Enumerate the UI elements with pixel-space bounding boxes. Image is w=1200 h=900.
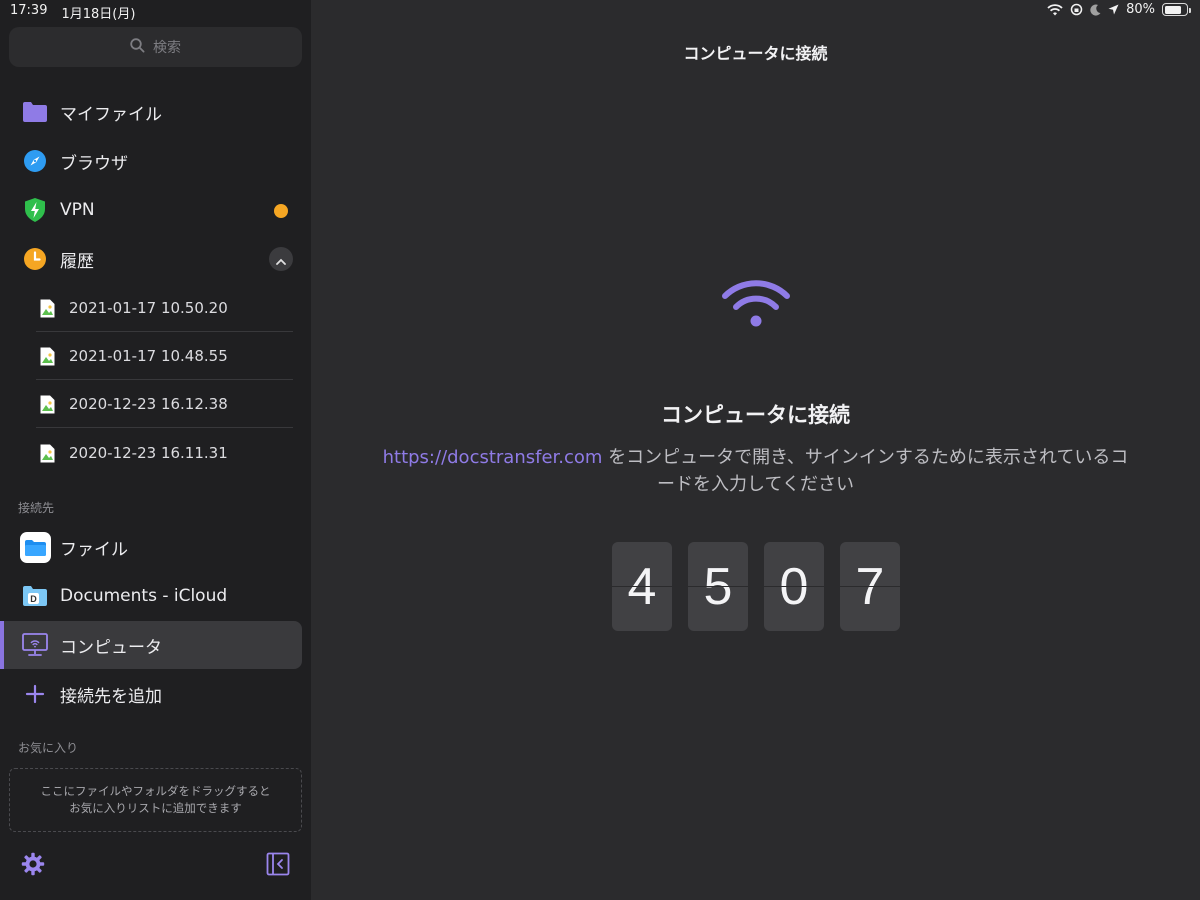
computer-icon bbox=[22, 633, 48, 657]
sidebar-item-label: マイファイル bbox=[60, 104, 162, 125]
sidebar-collapse-icon bbox=[266, 852, 290, 880]
sidebar-item-label: Documents - iCloud bbox=[60, 586, 228, 606]
shield-icon bbox=[22, 198, 48, 222]
compass-icon bbox=[22, 149, 48, 173]
code-digit: 0 bbox=[764, 542, 824, 631]
sidebar: 検索 マイファイル ブラウザ VPN 履歴 2021-01-17 10.50.2… bbox=[0, 0, 311, 900]
search-placeholder: 検索 bbox=[153, 40, 181, 56]
add-connection-button[interactable]: 接続先を追加 bbox=[0, 670, 311, 718]
code-digit: 7 bbox=[840, 542, 900, 631]
connections-section-title: 接続先 bbox=[18, 501, 55, 515]
instructions-line1: をコンピュータで開き、サインインするために表示されているコ bbox=[602, 447, 1129, 468]
sidebar-item-files[interactable]: ファイル bbox=[0, 523, 311, 571]
history-item-label: 2021-01-17 10.48.55 bbox=[69, 346, 228, 365]
rotation-lock-icon bbox=[1070, 3, 1083, 16]
sidebar-item-label: ブラウザ bbox=[60, 153, 128, 174]
image-file-icon bbox=[40, 299, 55, 318]
settings-button[interactable] bbox=[20, 852, 46, 880]
files-app-icon bbox=[20, 532, 51, 563]
history-item[interactable]: 2020-12-23 16.11.31 bbox=[36, 429, 293, 477]
wifi-icon bbox=[722, 277, 790, 329]
sidebar-item-computer[interactable]: コンピュータ bbox=[0, 621, 302, 669]
image-file-icon bbox=[40, 395, 55, 414]
location-icon bbox=[1108, 4, 1119, 15]
status-time: 17:39 bbox=[10, 3, 48, 18]
sidebar-item-my-files[interactable]: マイファイル bbox=[0, 88, 311, 136]
battery-icon bbox=[1162, 3, 1191, 16]
code-digit: 4 bbox=[612, 542, 672, 631]
folder-icon bbox=[22, 100, 48, 124]
sidebar-item-label: ファイル bbox=[60, 539, 128, 560]
status-bar: 17:39 1月18日(月) 80% bbox=[0, 0, 1200, 22]
history-item[interactable]: 2021-01-17 10.48.55 bbox=[36, 332, 293, 380]
documents-folder-icon: D bbox=[22, 584, 48, 608]
clock-icon bbox=[22, 247, 48, 271]
history-item[interactable]: 2020-12-23 16.12.38 bbox=[36, 380, 293, 428]
history-item-label: 2020-12-23 16.11.31 bbox=[69, 444, 228, 462]
moon-icon bbox=[1090, 4, 1101, 16]
page-title: コンピュータに接続 bbox=[683, 44, 828, 63]
instructions-text: https://docstransfer.com をコンピュータで開き、サインイ… bbox=[341, 444, 1170, 498]
search-icon bbox=[130, 37, 145, 57]
chevron-up-icon bbox=[276, 250, 286, 269]
search-input[interactable]: 検索 bbox=[9, 27, 302, 67]
image-file-icon bbox=[40, 347, 55, 366]
pairing-code: 4 5 0 7 bbox=[612, 542, 900, 631]
collapse-sidebar-button[interactable] bbox=[265, 852, 291, 880]
gear-icon bbox=[21, 852, 45, 880]
favorites-hint-line1: ここにファイルやフォルダをドラッグすると bbox=[40, 784, 271, 798]
status-date: 1月18日(月) bbox=[61, 7, 136, 22]
svg-text:D: D bbox=[30, 594, 37, 604]
plus-icon bbox=[22, 682, 48, 706]
sidebar-item-label: 接続先を追加 bbox=[60, 686, 162, 707]
main-pane: コンピュータに接続 コンピュータに接続 https://docstransfer… bbox=[311, 0, 1200, 900]
image-file-icon bbox=[40, 444, 55, 463]
sidebar-item-history[interactable]: 履歴 bbox=[0, 235, 311, 283]
sidebar-item-label: コンピュータ bbox=[60, 637, 162, 658]
vpn-status-dot bbox=[274, 204, 288, 218]
sidebar-item-label: VPN bbox=[60, 200, 95, 220]
wifi-status-icon bbox=[1047, 3, 1063, 16]
history-item-label: 2021-01-17 10.50.20 bbox=[69, 298, 228, 317]
instructions-line2: ードを入力してください bbox=[657, 474, 854, 495]
history-collapse-button[interactable] bbox=[269, 247, 293, 271]
sidebar-item-browser[interactable]: ブラウザ bbox=[0, 137, 311, 185]
sidebar-item-label: 履歴 bbox=[60, 251, 94, 272]
favorites-hint-line2: お気に入りリストに追加できます bbox=[69, 801, 242, 815]
history-item-label: 2020-12-23 16.12.38 bbox=[69, 394, 228, 413]
history-item[interactable]: 2021-01-17 10.50.20 bbox=[36, 284, 293, 332]
code-digit: 5 bbox=[688, 542, 748, 631]
connect-heading: コンピュータに接続 bbox=[661, 403, 850, 427]
docstransfer-link[interactable]: https://docstransfer.com bbox=[383, 447, 603, 468]
favorites-section-title: お気に入り bbox=[18, 741, 79, 755]
favorites-drop-zone[interactable]: ここにファイルやフォルダをドラッグすると お気に入りリストに追加できます bbox=[9, 768, 302, 832]
sidebar-item-vpn[interactable]: VPN bbox=[0, 186, 311, 234]
battery-percent: 80% bbox=[1126, 2, 1155, 17]
sidebar-item-documents-icloud[interactable]: D Documents - iCloud bbox=[0, 572, 311, 620]
